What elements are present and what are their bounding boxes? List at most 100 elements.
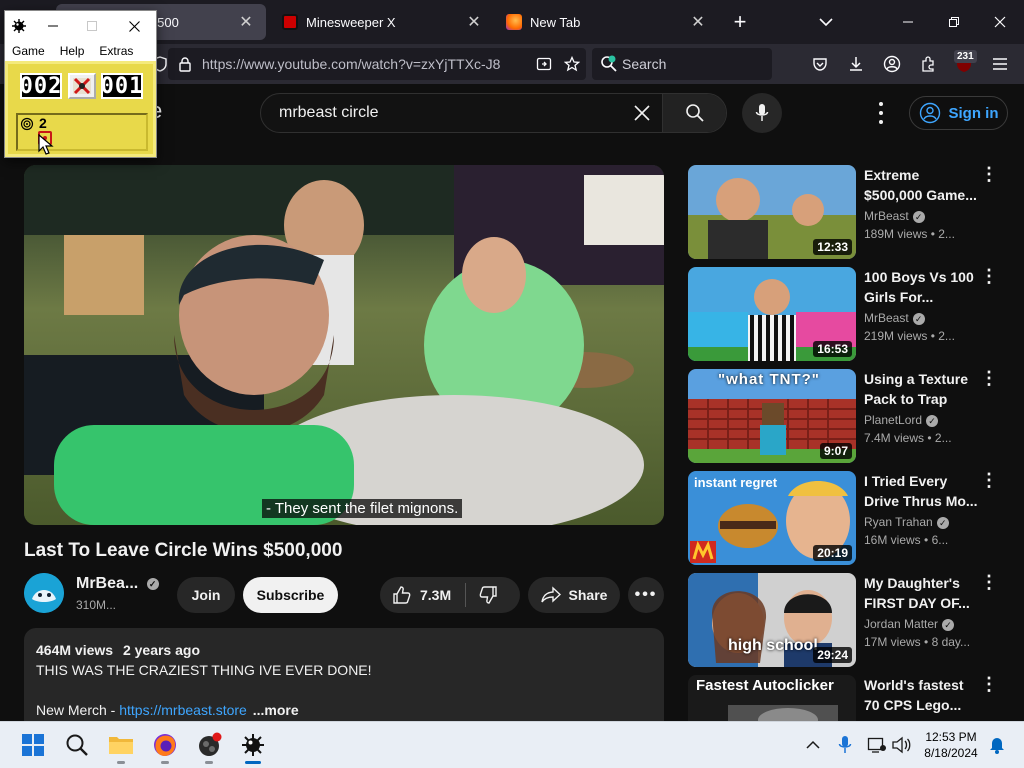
minesweeper-window[interactable]: Game Help Extras 002 001 2: [4, 10, 157, 158]
join-label: Join: [191, 587, 221, 603]
firefox-favicon-icon: [506, 14, 522, 30]
video-thumbnail[interactable]: 12:33: [688, 165, 856, 259]
search-bar[interactable]: Search: [592, 48, 772, 80]
recommended-video[interactable]: 12:33 Extreme $500,000 Game... MrBeast ✓ …: [688, 165, 1018, 259]
recommended-video[interactable]: instant regret 20:19 I Tried Every Drive…: [688, 471, 1018, 565]
obs-taskbar-button[interactable]: [194, 730, 224, 764]
menu-hamburger-icon[interactable]: [986, 50, 1014, 78]
minimize-window-icon[interactable]: [894, 8, 922, 36]
merch-link[interactable]: https://mrbeast.store: [119, 702, 247, 718]
list-all-tabs-chevron-icon[interactable]: [812, 8, 840, 36]
sign-in-button[interactable]: Sign in: [909, 96, 1008, 130]
recommended-menu-kebab-icon[interactable]: ⋮: [980, 471, 998, 493]
recommended-video[interactable]: Fastest Autoclicker World's fastest 70 C…: [688, 675, 1018, 721]
recommended-menu-kebab-icon[interactable]: ⋮: [980, 573, 998, 595]
restore-window-icon[interactable]: [940, 8, 968, 36]
recommended-title[interactable]: My Daughter's FIRST DAY OF...: [864, 573, 978, 613]
like-button[interactable]: 7.3M: [392, 585, 451, 605]
start-button[interactable]: [18, 730, 48, 760]
recommended-menu-kebab-icon[interactable]: ⋮: [980, 369, 998, 391]
recommended-channel: PlanetLord ✓: [864, 413, 939, 427]
recommended-meta: 189M views • 2...: [864, 227, 955, 241]
microphone-tray-icon[interactable]: [830, 730, 860, 760]
video-thumbnail[interactable]: "what TNT?" 9:07: [688, 369, 856, 463]
close-tab-icon[interactable]: ✕: [688, 12, 708, 32]
age-text: • 6...: [924, 533, 949, 547]
minesweeper-title-bar[interactable]: [5, 11, 156, 41]
extensions-puzzle-icon[interactable]: [914, 50, 942, 78]
dislike-button[interactable]: [478, 585, 498, 605]
view-count: 464M views: [36, 642, 114, 658]
voice-search-button[interactable]: [742, 93, 782, 133]
video-duration: 9:07: [819, 443, 852, 459]
recommended-title[interactable]: 100 Boys Vs 100 Girls For...: [864, 267, 978, 307]
recommended-video[interactable]: "what TNT?" 9:07 Using a Texture Pack to…: [688, 369, 1018, 463]
show-more-button[interactable]: ...more: [253, 702, 299, 718]
minesweeper-taskbar-button[interactable]: [238, 730, 268, 764]
more-actions-button[interactable]: •••: [628, 577, 664, 613]
description-line: THIS WAS THE CRAZIEST THING IVE EVER DON…: [36, 662, 372, 678]
bookmark-star-icon[interactable]: [558, 56, 586, 72]
recommended-title[interactable]: Extreme $500,000 Game...: [864, 165, 978, 205]
taskbar-clock[interactable]: 12:53 PM 8/18/2024: [920, 729, 982, 761]
youtube-settings-kebab-icon[interactable]: [872, 102, 890, 124]
recommended-title[interactable]: World's fastest 70 CPS Lego...: [864, 675, 978, 715]
close-window-icon[interactable]: [986, 8, 1014, 36]
recommended-title[interactable]: Using a Texture Pack to Trap thi...: [864, 369, 978, 409]
video-thumbnail[interactable]: high school 29:24: [688, 573, 856, 667]
recommended-menu-kebab-icon[interactable]: ⋮: [980, 675, 998, 697]
close-tab-icon[interactable]: ✕: [236, 12, 256, 32]
youtube-search-button[interactable]: [662, 94, 726, 132]
show-hidden-icons-chevron-icon[interactable]: [798, 730, 828, 760]
file-explorer-button[interactable]: [106, 730, 136, 764]
share-button[interactable]: Share: [528, 577, 620, 613]
new-tab-plus-icon[interactable]: +: [726, 8, 754, 36]
video-thumbnail[interactable]: 16:53: [688, 267, 856, 361]
youtube-search-input[interactable]: mrbeast circle: [261, 104, 622, 122]
pocket-icon[interactable]: [806, 50, 834, 78]
reader-view-icon[interactable]: [530, 56, 558, 72]
recommended-title[interactable]: I Tried Every Drive Thrus Mo...: [864, 471, 978, 511]
recommended-meta: 7.4M views • 2...: [864, 431, 952, 445]
notifications-bell-icon[interactable]: [982, 730, 1012, 760]
tab-new-tab[interactable]: New Tab ✕: [496, 4, 718, 40]
volume-tray-icon[interactable]: [886, 730, 916, 760]
mine-field[interactable]: 2: [16, 113, 148, 151]
tab-minesweeper[interactable]: Minesweeper X ✕: [272, 4, 494, 40]
windows-taskbar: 12:53 PM 8/18/2024: [0, 721, 1024, 768]
minesweeper-menu-bar: Game Help Extras: [5, 41, 156, 61]
ms-close-icon[interactable]: [112, 20, 156, 32]
channel-avatar[interactable]: [24, 573, 64, 613]
recommended-video[interactable]: high school 29:24 My Daughter's FIRST DA…: [688, 573, 1018, 667]
account-icon[interactable]: [878, 50, 906, 78]
reset-button[interactable]: [68, 73, 96, 99]
recommended-menu-kebab-icon[interactable]: ⋮: [980, 267, 998, 289]
search-engine-icon[interactable]: [600, 55, 622, 73]
close-tab-icon[interactable]: ✕: [464, 12, 484, 32]
firefox-taskbar-button[interactable]: [150, 730, 180, 764]
clear-search-icon[interactable]: [622, 104, 662, 122]
downloads-icon[interactable]: [842, 50, 870, 78]
taskbar-search-button[interactable]: [62, 730, 92, 760]
folder-icon: [109, 737, 133, 754]
video-thumbnail[interactable]: Fastest Autoclicker: [688, 675, 856, 721]
url-text[interactable]: https://www.youtube.com/watch?v=zxYjTTXc…: [202, 56, 530, 72]
ms-minimize-icon[interactable]: [33, 21, 73, 31]
mine-count-label: 2: [39, 115, 47, 131]
ms-maximize-icon[interactable]: [73, 21, 113, 31]
url-bar[interactable]: https://www.youtube.com/watch?v=zxYjTTXc…: [168, 48, 586, 80]
recommended-menu-kebab-icon[interactable]: ⋮: [980, 165, 998, 187]
subscribe-button[interactable]: Subscribe: [243, 577, 338, 613]
youtube-search-box[interactable]: mrbeast circle: [260, 93, 727, 133]
video-caption: - They sent the filet mignons.: [262, 499, 463, 518]
video-thumbnail[interactable]: instant regret 20:19: [688, 471, 856, 565]
video-player[interactable]: - They sent the filet mignons.: [24, 165, 664, 525]
recommended-video[interactable]: 16:53 100 Boys Vs 100 Girls For... MrBea…: [688, 267, 1018, 361]
menu-game[interactable]: Game: [12, 44, 45, 58]
menu-help[interactable]: Help: [60, 44, 85, 58]
lock-icon[interactable]: [178, 55, 194, 73]
channel-name[interactable]: MrBea... ✓: [76, 575, 159, 593]
menu-extras[interactable]: Extras: [99, 44, 133, 58]
description-box[interactable]: 464M views 2 years ago THIS WAS THE CRAZ…: [24, 628, 664, 721]
join-button[interactable]: Join: [177, 577, 235, 613]
